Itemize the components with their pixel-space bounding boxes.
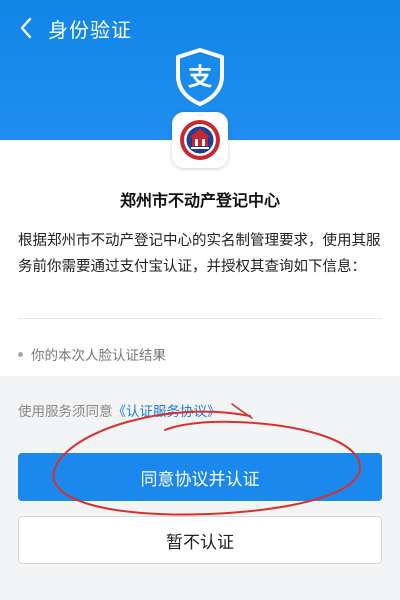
info-list-item: 你的本次人脸认证结果 xyxy=(18,344,166,364)
chevron-left-icon xyxy=(20,17,32,39)
real-estate-registration-center-emblem-icon xyxy=(180,120,220,160)
agree-and-verify-button[interactable]: 同意协议并认证 xyxy=(18,453,382,501)
org-logo xyxy=(172,112,228,168)
agreement-link[interactable]: 《认证服务协议》 xyxy=(113,404,221,420)
decline-verify-button[interactable]: 暂不认证 xyxy=(18,516,382,564)
alipay-glyph: 支 xyxy=(188,63,213,91)
divider xyxy=(18,318,382,319)
bullet-dot-icon xyxy=(18,351,23,357)
back-button[interactable] xyxy=(8,10,44,46)
agreement-prefix: 使用服务须同意 xyxy=(18,404,113,420)
agreement-line: 使用服务须同意《认证服务协议》 xyxy=(18,400,221,420)
auth-card: 郑州市不动产登记中心 根据郑州市不动产登记中心的实名制管理要求，使用其服务前你需… xyxy=(0,112,400,376)
alipay-shield-icon: 支 xyxy=(176,48,224,106)
authorization-description: 根据郑州市不动产登记中心的实名制管理要求，使用其服务前你需要通过支付宝认证，并授… xyxy=(18,233,381,275)
organization-name: 郑州市不动产登记中心 xyxy=(119,191,280,210)
page-title: 身份验证 xyxy=(48,18,132,42)
info-item-label: 你的本次人脸认证结果 xyxy=(31,348,166,364)
